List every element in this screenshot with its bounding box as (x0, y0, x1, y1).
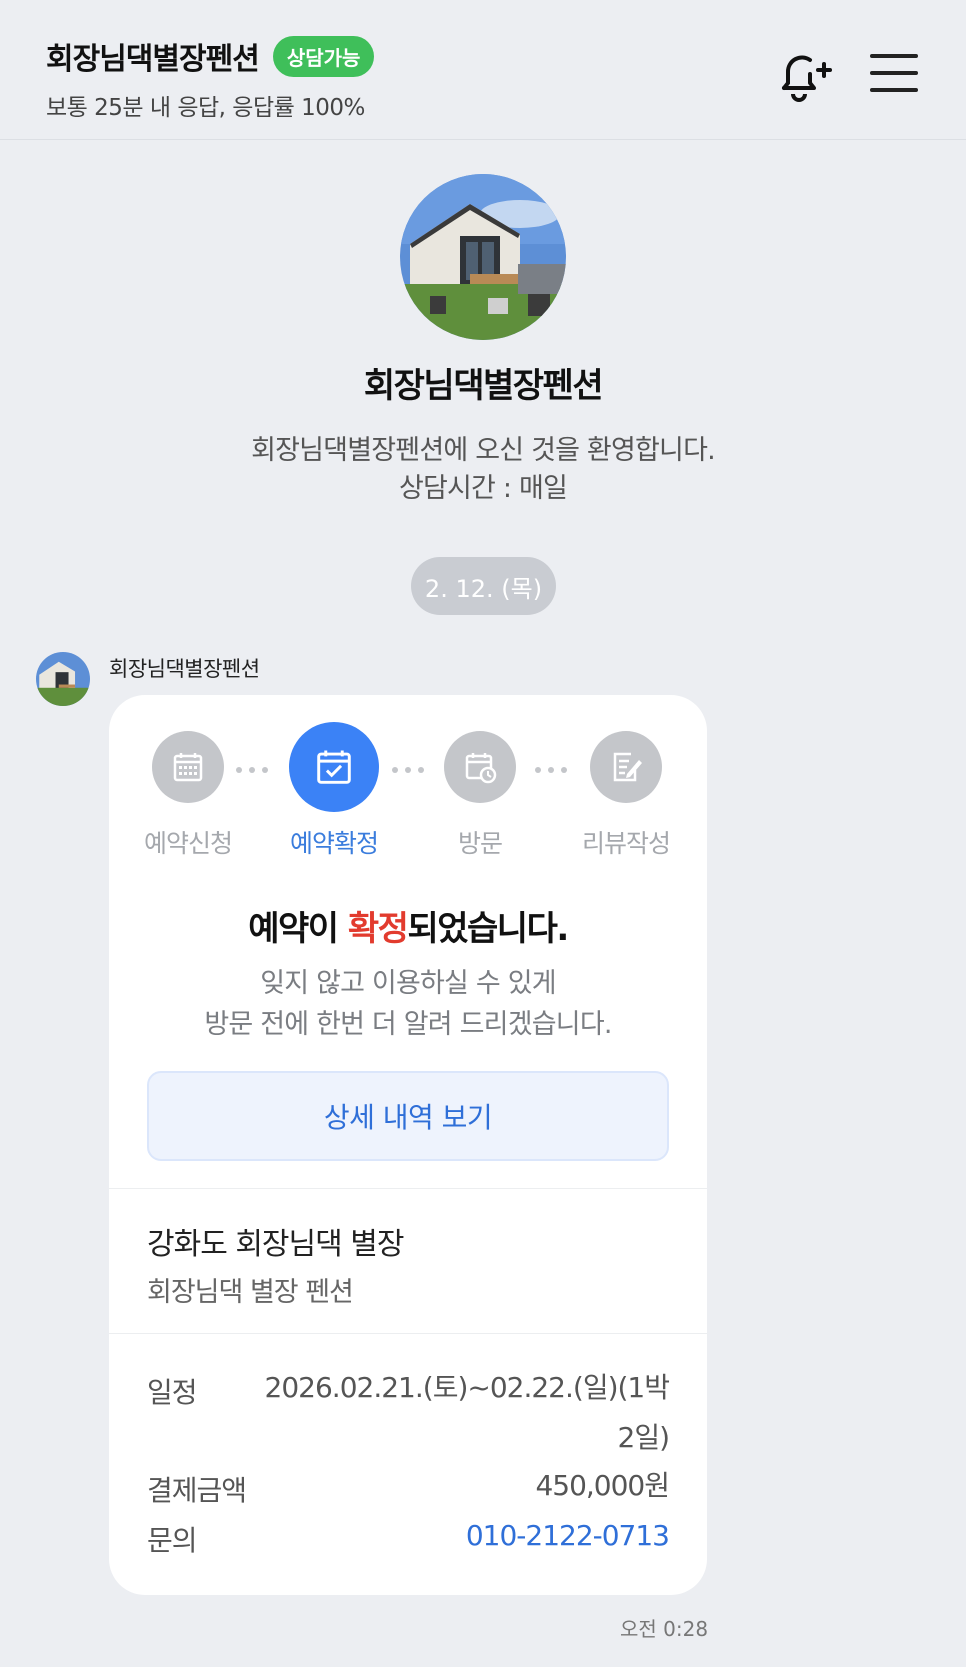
step-confirmed (289, 722, 379, 812)
step-label-confirmed: 예약확정 (289, 829, 379, 858)
step-label-review: 리뷰작성 (581, 829, 671, 858)
step-label-visit: 방문 (457, 829, 503, 858)
step-request (152, 731, 224, 803)
hamburger-menu-button[interactable] (870, 54, 918, 98)
step-connector (236, 767, 268, 773)
pension-photo-image (36, 652, 90, 706)
schedule-label: 일정 (147, 1376, 198, 1409)
contact-phone-link[interactable]: 010-2122-0713 (466, 1511, 670, 1561)
confirm-desc-line2: 방문 전에 한번 더 알려 드리겠습니다. (204, 1009, 612, 1040)
step-visit (444, 731, 516, 803)
calendar-clock-icon (465, 753, 497, 784)
welcome-text: 회장님댁별장펜션에 오신 것을 환영합니다. (251, 435, 716, 466)
bell-plus-icon (782, 55, 832, 102)
divider (109, 1333, 707, 1334)
confirm-prefix: 예약이 (248, 909, 348, 949)
sender-name: 회장님댁별장펜션 (109, 657, 260, 681)
confirm-suffix: 되었습니다. (407, 909, 569, 949)
confirm-desc-line1: 잊지 않고 이용하실 수 있게 (260, 968, 556, 999)
message-timestamp: 오전 0:28 (620, 1617, 709, 1641)
notification-add-button[interactable] (774, 48, 834, 108)
view-details-button[interactable]: 상세 내역 보기 (147, 1071, 669, 1161)
document-edit-icon (613, 752, 642, 782)
schedule-value: 2026.02.21.(토)~02.22.(일)(1박 2일) (264, 1363, 671, 1463)
contact-label: 문의 (147, 1524, 198, 1557)
pension-photo-image (400, 174, 566, 340)
date-divider: 2. 12. (목) (411, 557, 556, 615)
price-label: 결제금액 (147, 1474, 247, 1507)
response-rate-text: 보통 25분 내 응답, 응답률 100% (46, 95, 365, 121)
status-badge: 상담가능 (272, 35, 375, 77)
step-connector (535, 767, 567, 773)
chat-header: 회장님댁별장펜션 상담가능 보통 25분 내 응답, 응답률 100% (0, 0, 966, 140)
profile-avatar[interactable] (400, 174, 566, 340)
step-connector (392, 767, 424, 773)
property-subtitle: 회장님댁 별장 펜션 (147, 1277, 354, 1308)
calendar-grid-icon (173, 753, 203, 782)
confirm-highlight: 확정 (347, 909, 409, 949)
calendar-check-icon (317, 750, 351, 784)
header-title-row: 회장님댁별장펜션 상담가능 (46, 34, 375, 78)
hours-text: 상담시간 : 매일 (398, 473, 568, 504)
property-name: 강화도 회장님댁 별장 (147, 1227, 404, 1262)
price-value: 450,000원 (535, 1469, 670, 1502)
step-review (590, 731, 662, 803)
schedule-value-line2: 2일) (617, 1421, 671, 1454)
sender-avatar[interactable] (36, 652, 90, 706)
step-label-request: 예약신청 (143, 829, 233, 858)
reservation-card: 예약신청 예약확정 방문 리뷰작성 예약이 확정되었습니다. 잊지 않고 이용하… (109, 695, 707, 1595)
header-title: 회장님댁별장펜션 (46, 42, 260, 77)
schedule-value-line1: 2026.02.21.(토)~02.22.(일)(1박 (264, 1371, 670, 1404)
divider (109, 1188, 707, 1189)
hamburger-menu-icon (870, 54, 918, 92)
profile-description: 회장님댁별장펜션에 오신 것을 환영합니다. 상담시간 : 매일 (0, 432, 966, 508)
profile-name: 회장님댁별장펜션 (363, 366, 604, 406)
reservation-steps: 예약신청 예약확정 방문 리뷰작성 (109, 722, 707, 871)
confirm-description: 잊지 않고 이용하실 수 있게 방문 전에 한번 더 알려 드리겠습니다. (109, 963, 707, 1045)
confirm-title: 예약이 확정되었습니다. (109, 901, 707, 950)
